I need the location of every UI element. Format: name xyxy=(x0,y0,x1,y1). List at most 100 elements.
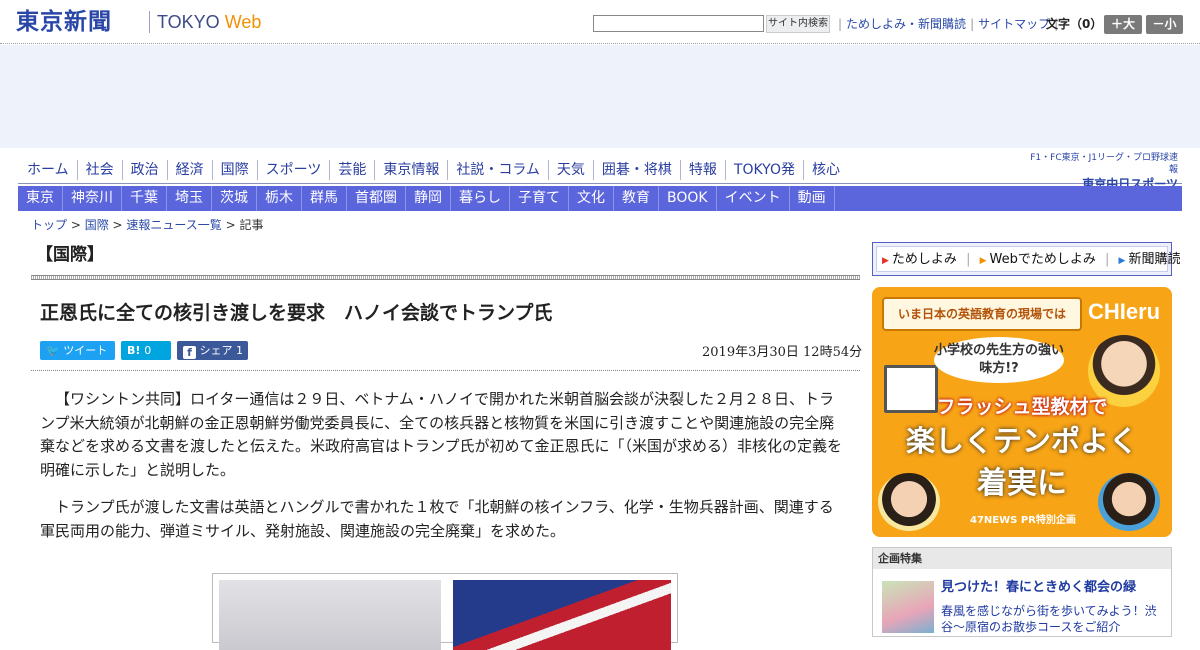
breadcrumb-top[interactable]: トップ xyxy=(31,218,67,232)
promo-footer: 47NEWS PR特別企画 xyxy=(970,515,1076,526)
tokyo-shimbun-logo[interactable]: 東京新聞 xyxy=(16,9,112,35)
promo-ad[interactable]: いま日本の英語教育の現場では CHIeru 小学校の先生方の強い味方!? フラッ… xyxy=(872,287,1172,537)
article-headline: 正恩氏に全ての核引き渡しを要求 ハノイ会談でトランプ氏 xyxy=(40,302,553,324)
font-larger-button[interactable]: ＋大 xyxy=(1104,15,1142,34)
primary-nav-item[interactable]: 経済 xyxy=(166,160,212,180)
orange-triangle-icon: ▶ xyxy=(979,256,987,266)
tweet-label: ツイート xyxy=(63,344,108,357)
primary-nav-item[interactable]: 芸能 xyxy=(329,160,374,180)
feature-description[interactable]: 春風を感じながら街を歩いてみよう！渋谷～原宿のお散歩コースをご紹介 xyxy=(941,603,1165,635)
subscribe-link-web-trial-label: Webでためしよみ xyxy=(989,252,1096,267)
feature-header: 企画特集 xyxy=(873,548,1171,569)
facebook-share-button[interactable]: f シェア 1 xyxy=(177,341,248,360)
font-size-label: 文字（0） xyxy=(1046,17,1103,31)
regional-nav-item[interactable]: 茨城 xyxy=(212,186,257,211)
subscribe-link-trial[interactable]: ▶ ためしよみ xyxy=(882,252,957,267)
breadcrumb-intl[interactable]: 国際 xyxy=(85,218,109,232)
subscribe-link-subscribe-label: 新聞購読 xyxy=(1128,252,1181,267)
regional-nav-item[interactable]: 教育 xyxy=(614,186,659,211)
regional-nav-item[interactable]: 首都圏 xyxy=(347,186,406,211)
promo-red-line: フラッシュ型教材で xyxy=(936,396,1108,418)
child-photo xyxy=(878,473,940,531)
facebook-share-label: シェア xyxy=(199,344,233,357)
hatena-icon: B! xyxy=(127,344,141,357)
util-links: | ためしよみ・新聞購読 | サイトマップ | xyxy=(834,15,1062,33)
regional-nav-item[interactable]: 暮らし xyxy=(451,186,510,211)
logo-en-main: TOKYO xyxy=(157,12,220,32)
subscribe-link-subscribe[interactable]: ▶ 新聞購読 xyxy=(1119,252,1181,267)
primary-nav-item[interactable]: ホーム xyxy=(18,160,77,180)
hatena-bookmark-button[interactable]: B! 0 xyxy=(121,341,171,360)
breadcrumb-news-list[interactable]: 速報ニュース一覧 xyxy=(126,218,221,232)
logo-divider xyxy=(149,11,150,33)
link-sep: | xyxy=(1105,252,1110,267)
font-smaller-button[interactable]: －小 xyxy=(1146,15,1183,34)
section-title: 【国際】 xyxy=(36,245,104,265)
article-paragraph: トランプ氏が渡した文書は英語とハングルで書かれた１枚で「北朝鮮の核インフラ、化学… xyxy=(40,498,834,540)
regional-nav-item[interactable]: BOOK xyxy=(659,186,717,211)
article-date: 2019年3月30日 12時54分 xyxy=(702,345,863,360)
regional-nav: 東京 神奈川 千葉 埼玉 茨城 栃木 群馬 首都圏 静岡 暮らし 子育て 文化 教育 BOOK イベント 動画 xyxy=(18,186,1182,211)
regional-nav-item[interactable]: 動画 xyxy=(790,186,835,211)
regional-nav-item[interactable]: 埼玉 xyxy=(167,186,212,211)
primary-nav-item[interactable]: 社説・コラム xyxy=(447,160,548,180)
article-photo xyxy=(212,573,678,650)
site-search-button[interactable]: サイト内検索 xyxy=(766,15,830,33)
primary-nav-item[interactable]: 特報 xyxy=(679,160,725,180)
child-photo xyxy=(1098,473,1160,531)
breadcrumb-current: 記事 xyxy=(239,218,264,232)
regional-nav-item[interactable]: 千葉 xyxy=(122,186,167,211)
primary-nav-item[interactable]: 天気 xyxy=(547,160,593,180)
subscribe-link-web-trial[interactable]: ▶ Webでためしよみ xyxy=(980,252,1096,267)
feature-thumbnail[interactable] xyxy=(882,581,934,633)
regional-nav-item[interactable]: 静岡 xyxy=(406,186,451,211)
regional-nav-item[interactable]: イベント xyxy=(717,186,790,211)
site-search-input[interactable] xyxy=(593,15,764,32)
util-sep: | xyxy=(838,17,843,31)
facebook-share-count: 1 xyxy=(236,344,243,357)
feature-box: 企画特集 見つけた！春にときめく都会の緑 春風を感じながら街を歩いてみよう！渋谷… xyxy=(872,547,1172,637)
chunichi-sports-link[interactable]: F1・FC東京・J1リーグ・プロ野球速報 東京中日スポーツ xyxy=(1028,152,1178,191)
promo-banner: いま日本の英語教育の現場では xyxy=(882,297,1082,331)
primary-nav-item[interactable]: 社会 xyxy=(76,160,122,180)
regional-nav-item[interactable]: 子育て xyxy=(510,186,569,211)
primary-nav-item[interactable]: スポーツ xyxy=(256,160,330,180)
facebook-icon: f xyxy=(183,346,196,359)
util-link-sitemap[interactable]: サイトマップ xyxy=(978,17,1050,31)
hatena-count: 0 xyxy=(144,344,152,357)
promo-brand: CHIeru xyxy=(1088,299,1161,324)
tweet-button[interactable]: 🐦 ツイート xyxy=(40,341,115,360)
feature-title-link[interactable]: 見つけた！春にときめく都会の緑 xyxy=(941,579,1136,597)
subscribe-links-box: ▶ ためしよみ | ▶ Webでためしよみ | ▶ 新聞購読 xyxy=(872,242,1180,276)
logo-en-web: Web xyxy=(224,12,262,32)
photo-right-image xyxy=(453,580,671,650)
regional-nav-item[interactable]: 栃木 xyxy=(257,186,302,211)
photo-left-image xyxy=(219,580,441,650)
breadcrumb: トップ > 国際 > 速報ニュース一覧 > 記事 xyxy=(31,218,264,232)
primary-nav-item[interactable]: 東京情報 xyxy=(374,160,447,180)
regional-nav-item[interactable]: 群馬 xyxy=(302,186,347,211)
regional-nav-item[interactable]: 東京 xyxy=(18,186,63,211)
primary-nav-item[interactable]: 核心 xyxy=(802,160,848,180)
primary-nav-item[interactable]: 囲碁・将棋 xyxy=(592,160,680,180)
primary-nav-item[interactable]: 政治 xyxy=(121,160,167,180)
chunichi-tagline: F1・FC東京・J1リーグ・プロ野球速報 xyxy=(1030,153,1178,175)
subscribe-link-trial-label: ためしよみ xyxy=(891,252,957,267)
promo-big-line1: 楽しくテンポよく xyxy=(905,424,1138,458)
regional-nav-item[interactable]: 神奈川 xyxy=(63,186,122,211)
twitter-bird-icon: 🐦 xyxy=(46,344,60,357)
util-link-subscribe[interactable]: ためしよみ・新聞購読 xyxy=(846,17,966,31)
primary-nav-item[interactable]: 国際 xyxy=(211,160,257,180)
article-paragraph: 【ワシントン共同】ロイター通信は２９日、ベトナム・ハノイで開かれた米朝首脳会談が… xyxy=(40,390,843,479)
section-rule xyxy=(31,275,860,280)
ad-banner-area xyxy=(0,45,1200,148)
tokyo-web-logo[interactable]: TOKYO Web xyxy=(157,11,261,33)
regional-nav-item[interactable]: 文化 xyxy=(569,186,614,211)
headline-rule xyxy=(31,370,860,371)
site-header: 東京新聞 TOKYO Web サイト内検索 | ためしよみ・新聞購読 | サイトマップ… xyxy=(0,0,1200,44)
promo-question: 小学校の先生方の強い味方!? xyxy=(934,337,1064,383)
util-sep: | xyxy=(970,17,975,31)
article-body: 【ワシントン共同】ロイター通信は２９日、ベトナム・ハノイで開かれた米朝首脳会談が… xyxy=(40,388,846,557)
red-triangle-icon: ▶ xyxy=(882,256,889,266)
primary-nav-item[interactable]: TOKYO発 xyxy=(724,160,803,180)
